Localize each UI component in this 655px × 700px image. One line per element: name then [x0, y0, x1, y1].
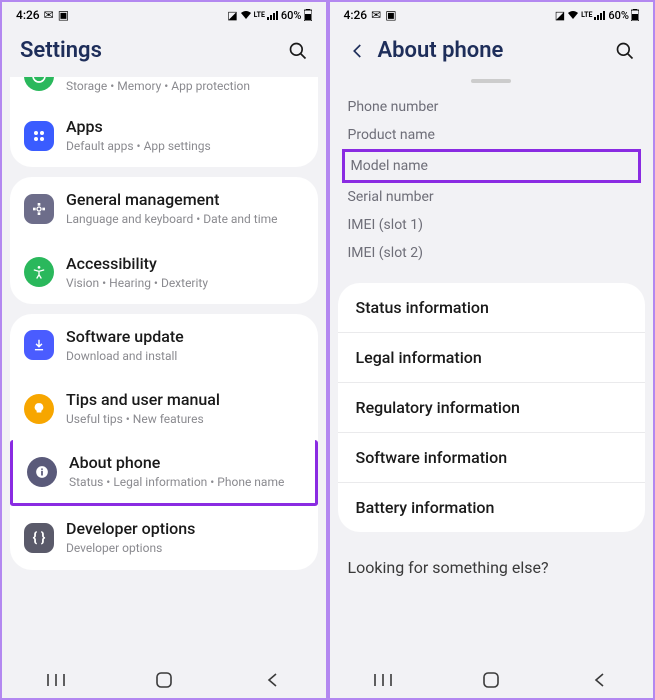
row-title: Apps: [66, 117, 304, 137]
bulb-icon: [24, 394, 54, 424]
lte-icon: LTE: [581, 11, 592, 19]
recents-button[interactable]: [358, 673, 408, 687]
info-serial-number[interactable]: Serial number: [348, 183, 636, 211]
download-icon: [24, 330, 54, 360]
signal-icon: [594, 10, 606, 20]
nav-battery[interactable]: Battery information: [338, 482, 646, 532]
about-phone-screen: 4:26 ✉ ▣ ◪ LTE 60% About phone Phone num…: [328, 0, 655, 700]
battery-saver-icon: ◪: [227, 9, 237, 22]
status-time: 4:26: [344, 8, 368, 22]
nav-bar: [2, 662, 326, 698]
status-time: 4:26: [16, 8, 40, 22]
row-sub: Storage • Memory • App protection: [66, 78, 304, 94]
settings-row-tips[interactable]: Tips and user manual Useful tips • New f…: [10, 377, 318, 440]
status-bar: 4:26 ✉ ▣ ◪ LTE 60%: [2, 2, 326, 22]
gmail-icon: ✉: [371, 8, 381, 22]
battery-text: 60%: [281, 9, 302, 22]
row-sub: Download and install: [66, 348, 304, 364]
battery-icon: [304, 9, 312, 21]
status-bar: 4:26 ✉ ▣ ◪ LTE 60%: [330, 2, 654, 22]
settings-row-general[interactable]: General management Language and keyboard…: [10, 177, 318, 240]
home-button[interactable]: [466, 672, 516, 688]
footer-prompt: Looking for something else?: [330, 542, 654, 577]
image-icon: ▣: [385, 8, 396, 22]
settings-row-apps[interactable]: Apps Default apps • App settings: [10, 104, 318, 167]
nav-status[interactable]: Status information: [338, 283, 646, 332]
row-sub: Language and keyboard • Date and time: [66, 211, 304, 227]
info-product-name[interactable]: Product name: [348, 121, 636, 149]
battery-saver-icon: ◪: [555, 9, 565, 22]
search-icon[interactable]: [615, 41, 635, 61]
battery-icon: [631, 9, 639, 21]
header: About phone: [330, 22, 654, 77]
settings-row-accessibility[interactable]: Accessibility Vision • Hearing • Dexteri…: [10, 241, 318, 304]
back-icon[interactable]: [348, 41, 368, 61]
settings-card-3: Software update Download and install Tip…: [10, 314, 318, 570]
devicecare-icon: [24, 77, 54, 91]
page-title: About phone: [378, 38, 504, 63]
wifi-icon: [240, 10, 252, 20]
row-sub: Developer options: [66, 540, 304, 556]
nav-software[interactable]: Software information: [338, 432, 646, 482]
settings-card-1: Storage • Memory • App protection Apps D…: [10, 77, 318, 167]
settings-row-about[interactable]: About phone Status • Legal information •…: [10, 440, 318, 506]
row-sub: Useful tips • New features: [66, 411, 304, 427]
back-button[interactable]: [574, 672, 624, 688]
gmail-icon: ✉: [44, 8, 54, 22]
nav-legal[interactable]: Legal information: [338, 332, 646, 382]
row-title: Accessibility: [66, 254, 304, 274]
row-title: Tips and user manual: [66, 390, 304, 410]
accessibility-icon: [24, 257, 54, 287]
nav-regulatory[interactable]: Regulatory information: [338, 382, 646, 432]
wifi-icon: [567, 10, 579, 20]
settings-card-2: General management Language and keyboard…: [10, 177, 318, 303]
row-sub: Default apps • App settings: [66, 138, 304, 154]
info-phone-number[interactable]: Phone number: [348, 93, 636, 121]
device-info-list: Phone number Product name Model name Ser…: [330, 93, 654, 273]
row-title: About phone: [69, 453, 301, 473]
page-title: Settings: [20, 38, 102, 63]
settings-row-devicecare[interactable]: Storage • Memory • App protection: [10, 77, 318, 104]
row-title: Developer options: [66, 519, 304, 539]
signal-icon: [267, 10, 279, 20]
settings-row-devopts[interactable]: { } Developer options Developer options: [10, 506, 318, 569]
row-title: Software update: [66, 327, 304, 347]
settings-row-update[interactable]: Software update Download and install: [10, 314, 318, 377]
search-icon[interactable]: [288, 41, 308, 61]
info-icon: [27, 457, 57, 487]
nav-bar: [330, 662, 654, 698]
home-button[interactable]: [139, 672, 189, 688]
apps-icon: [24, 121, 54, 151]
drag-handle[interactable]: [471, 79, 511, 83]
about-nav-card: Status information Legal information Reg…: [338, 283, 646, 532]
gear-icon: [24, 194, 54, 224]
row-sub: Status • Legal information • Phone name: [69, 474, 301, 490]
row-sub: Vision • Hearing • Dexterity: [66, 275, 304, 291]
lte-icon: LTE: [254, 11, 265, 19]
recents-button[interactable]: [31, 673, 81, 687]
info-imei-2[interactable]: IMEI (slot 2): [348, 239, 636, 267]
row-title: General management: [66, 190, 304, 210]
image-icon: ▣: [58, 8, 69, 22]
header: Settings: [2, 22, 326, 77]
settings-screen: 4:26 ✉ ▣ ◪ LTE 60% Settings: [0, 0, 328, 700]
info-imei-1[interactable]: IMEI (slot 1): [348, 211, 636, 239]
braces-icon: { }: [24, 523, 54, 553]
back-button[interactable]: [247, 672, 297, 688]
battery-text: 60%: [608, 9, 629, 22]
info-model-name[interactable]: Model name: [342, 149, 642, 183]
